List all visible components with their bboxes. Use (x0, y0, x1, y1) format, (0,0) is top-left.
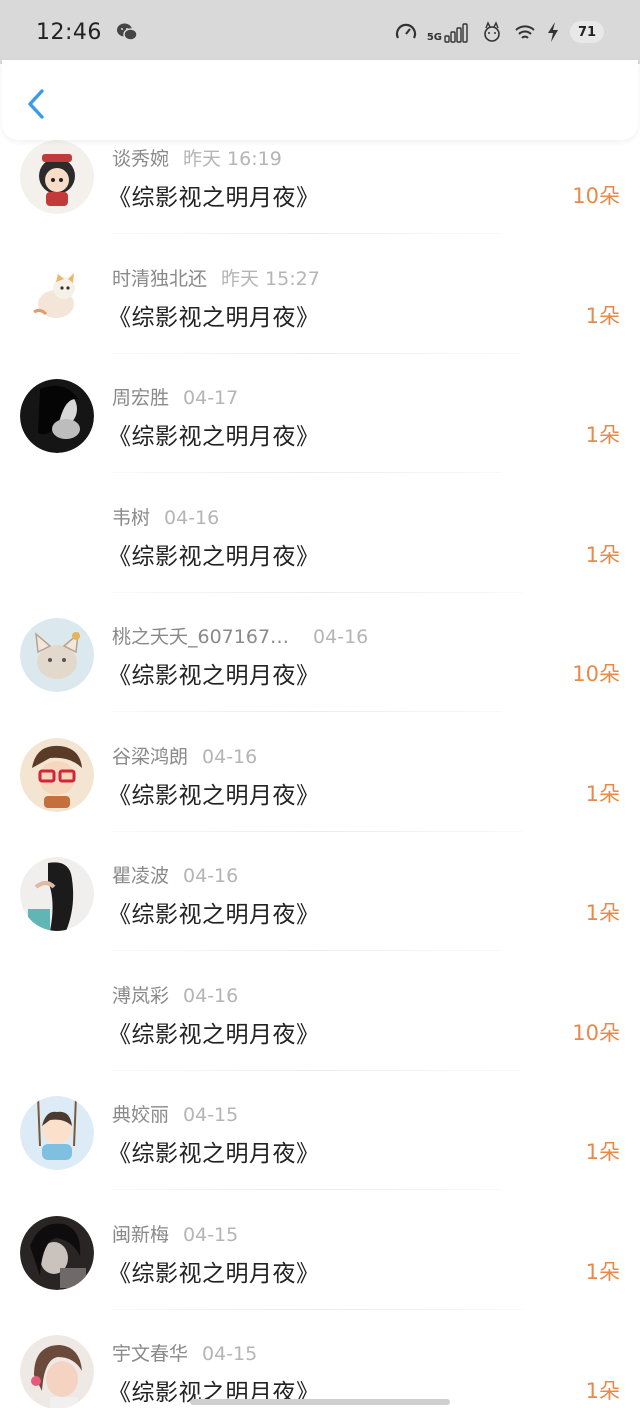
home-indicator[interactable] (190, 1399, 450, 1405)
avatar[interactable] (20, 1096, 94, 1170)
record-meta: 瞿凌波 04-16 (112, 861, 238, 888)
wifi-icon (515, 25, 535, 39)
user-name[interactable]: 宇文春华 (112, 1343, 188, 1365)
flower-amount: 1朵 (585, 1140, 620, 1164)
record-meta: 宇文春华 04-15 (112, 1339, 257, 1366)
row-divider (112, 352, 522, 354)
user-name[interactable]: 谈秀婉 (112, 148, 169, 170)
book-title[interactable]: 《综影视之明月夜》 (108, 1254, 320, 1288)
status-time: 12:46 (36, 19, 102, 45)
record-date: 04-16 (183, 865, 239, 887)
user-name[interactable]: 闽新梅 (112, 1224, 169, 1246)
user-name[interactable]: 典姣丽 (112, 1104, 169, 1126)
record-meta: 谷梁鸿朗 04-16 (112, 742, 257, 769)
list-item[interactable]: 溥岚彩 04-16 《综影视之明月夜》 10朵 (0, 965, 640, 1084)
record-date: 04-16 (313, 626, 369, 648)
status-bar: 12:46 5G 71 (0, 0, 640, 64)
flower-amount: 1朵 (585, 901, 620, 925)
signal-icon (444, 23, 468, 43)
flower-amount: 1朵 (585, 781, 620, 806)
book-title[interactable]: 《综影视之明月夜》 (108, 1134, 320, 1168)
battery-level: 71 (570, 21, 604, 43)
record-meta: 韦树 04-16 (112, 503, 219, 530)
book-title[interactable]: 《综影视之明月夜》 (108, 895, 320, 929)
status-icons: 5G 71 (395, 21, 604, 43)
flower-amount: 1朵 (585, 1259, 620, 1284)
list-item[interactable]: 典姣丽 04-15 《综影视之明月夜》 1朵 (0, 1084, 640, 1203)
avatar[interactable] (20, 1215, 94, 1290)
record-meta: 时清独北还 昨天 15:27 (112, 264, 320, 291)
avatar[interactable] (20, 857, 94, 931)
record-date: 04-15 (183, 1223, 239, 1246)
user-name[interactable]: 谷梁鸿朗 (112, 746, 188, 768)
avatar[interactable] (20, 1335, 94, 1408)
flower-amount: 10朵 (572, 184, 620, 208)
flower-amount: 1朵 (585, 542, 620, 567)
user-name[interactable]: 韦树 (112, 507, 150, 529)
row-divider (112, 1308, 522, 1310)
wechat-icon (116, 23, 138, 41)
avatar[interactable] (20, 379, 94, 453)
record-date: 昨天 16:19 (183, 148, 282, 170)
record-meta: 谈秀婉 昨天 16:19 (112, 144, 282, 171)
book-title[interactable]: 《综影视之明月夜》 (108, 656, 320, 690)
list-item[interactable]: 周宏胜 04-17 《综影视之明月夜》 1朵 (0, 367, 640, 486)
record-date: 04-16 (202, 745, 258, 768)
user-name[interactable]: 周宏胜 (112, 387, 169, 409)
list-item[interactable]: 谈秀婉 昨天 16:19 《综影视之明月夜》 10朵 (0, 128, 640, 247)
record-meta: 典姣丽 04-15 (112, 1100, 238, 1127)
row-divider (112, 233, 502, 234)
row-divider (112, 950, 502, 951)
book-title[interactable]: 《综影视之明月夜》 (108, 1015, 320, 1049)
book-title[interactable]: 《综影视之明月夜》 (108, 537, 320, 571)
flower-amount: 1朵 (585, 423, 620, 447)
book-title[interactable]: 《综影视之明月夜》 (108, 776, 320, 810)
record-meta: 周宏胜 04-17 (112, 383, 238, 410)
list-item[interactable]: 谷梁鸿朗 04-16 《综影视之明月夜》 1朵 (0, 726, 640, 845)
avatar[interactable] (20, 618, 94, 692)
row-divider (112, 711, 502, 712)
list-item[interactable]: 韦树 04-16 《综影视之明月夜》 1朵 (0, 487, 640, 606)
flower-amount: 1朵 (585, 1379, 620, 1403)
record-date: 04-16 (164, 506, 220, 529)
flower-amount: 10朵 (572, 662, 620, 686)
list-item[interactable]: 瞿凌波 04-16 《综影视之明月夜》 1朵 (0, 845, 640, 964)
user-name[interactable]: 桃之夭夭_607167… (112, 626, 289, 648)
record-date: 04-17 (183, 387, 239, 409)
chevron-left-icon (28, 89, 44, 119)
record-meta: 闽新梅 04-15 (112, 1220, 238, 1247)
avatar[interactable] (20, 259, 94, 334)
user-name[interactable]: 溥岚彩 (112, 985, 169, 1007)
nav-bar (2, 60, 638, 140)
pet-icon (484, 21, 500, 42)
speed-icon (395, 23, 416, 39)
list-item[interactable]: 闽新梅 04-15 《综影视之明月夜》 1朵 (0, 1204, 640, 1323)
flower-amount: 10朵 (572, 1020, 620, 1045)
row-divider (112, 591, 522, 593)
row-divider (112, 830, 522, 832)
book-title[interactable]: 《综影视之明月夜》 (108, 298, 320, 332)
record-meta: 桃之夭夭_607167… 04-16 (112, 622, 368, 649)
record-date: 04-15 (202, 1343, 258, 1365)
row-divider (112, 1069, 522, 1071)
book-title[interactable]: 《综影视之明月夜》 (108, 178, 320, 212)
user-name[interactable]: 时清独北还 (112, 268, 207, 290)
flower-amount: 1朵 (585, 303, 620, 328)
network-type: 5G (426, 32, 442, 43)
avatar[interactable] (20, 140, 94, 214)
list-item[interactable]: 宇文春华 04-15 《综影视之明月夜》 1朵 (0, 1323, 640, 1408)
row-divider (112, 472, 502, 473)
record-meta: 溥岚彩 04-16 (112, 981, 238, 1008)
back-button[interactable] (22, 86, 52, 122)
list-item[interactable]: 桃之夭夭_607167… 04-16 《综影视之明月夜》 10朵 (0, 606, 640, 725)
record-date: 昨天 15:27 (221, 267, 320, 290)
record-date: 04-16 (183, 984, 239, 1007)
row-divider (112, 1189, 502, 1190)
list-item[interactable]: 时清独北还 昨天 15:27 《综影视之明月夜》 1朵 (0, 248, 640, 367)
user-name[interactable]: 瞿凌波 (112, 865, 169, 887)
book-title[interactable]: 《综影视之明月夜》 (108, 417, 320, 451)
avatar[interactable] (20, 737, 94, 812)
record-date: 04-15 (183, 1104, 239, 1126)
charging-icon (548, 22, 558, 42)
